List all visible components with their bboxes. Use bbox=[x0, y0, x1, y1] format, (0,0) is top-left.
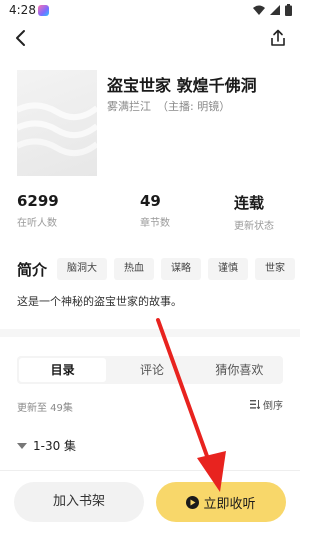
tab-recommendations[interactable]: 猜你喜欢 bbox=[196, 356, 283, 384]
cover-placeholder-image bbox=[17, 102, 97, 157]
wifi-icon bbox=[253, 5, 265, 15]
caret-down-icon bbox=[17, 442, 27, 449]
back-icon bbox=[16, 30, 25, 46]
tab-bar: 目录 评论 猜你喜欢 bbox=[17, 356, 283, 384]
intro-text: 这是一个神秘的盗宝世家的故事。 bbox=[17, 295, 182, 308]
tag-chip[interactable]: 谋略 bbox=[161, 258, 201, 280]
book-title: 盗宝世家 敦煌千佛洞 bbox=[107, 76, 257, 95]
author-name[interactable]: 雾满拦江 bbox=[107, 100, 151, 113]
sort-label: 倒序 bbox=[263, 401, 283, 412]
play-icon bbox=[186, 495, 200, 509]
stat-label: 更新状态 bbox=[234, 221, 274, 232]
tab-catalog[interactable]: 目录 bbox=[19, 358, 107, 382]
listen-now-button[interactable]: 立即收听 bbox=[156, 482, 286, 522]
episode-range-toggle[interactable]: 1-30 集 bbox=[17, 437, 76, 454]
app-icon bbox=[38, 5, 49, 16]
author-row: 雾满拦江 （主播: 明镜） bbox=[107, 98, 230, 114]
share-button[interactable] bbox=[266, 26, 290, 50]
stat-listeners: 6299 在听人数 bbox=[17, 192, 59, 229]
update-info: 更新至 49集 bbox=[17, 403, 73, 414]
back-button[interactable] bbox=[8, 26, 32, 50]
battery-icon bbox=[285, 4, 292, 16]
tab-comments[interactable]: 评论 bbox=[108, 356, 195, 384]
bottom-action-bar: 加入书架 立即收听 bbox=[0, 470, 300, 534]
tag-chip[interactable]: 谨慎 bbox=[208, 258, 248, 280]
section-divider bbox=[0, 329, 300, 337]
intro-label: 简介 bbox=[17, 261, 48, 279]
stat-value: 6299 bbox=[17, 192, 59, 210]
sort-button[interactable]: 倒序 bbox=[250, 397, 283, 412]
narrator-name: （主播: 明镜） bbox=[157, 100, 231, 113]
status-time: 4:28 bbox=[9, 3, 36, 17]
signal-icon bbox=[270, 5, 280, 15]
stat-label: 章节数 bbox=[140, 218, 170, 229]
status-bar: 4:28 bbox=[0, 0, 300, 22]
stat-value: 49 bbox=[140, 192, 161, 210]
episode-range-label: 1-30 集 bbox=[33, 439, 77, 453]
tag-chip[interactable]: 脑洞大 bbox=[57, 258, 107, 280]
tag-chip[interactable]: 世家 bbox=[255, 258, 295, 280]
tag-list: 脑洞大 热血 谋略 谨慎 世家 bbox=[57, 256, 300, 280]
stat-update-status: 连载 更新状态 bbox=[234, 192, 274, 232]
tag-chip[interactable]: 热血 bbox=[114, 258, 154, 280]
stat-value: 连载 bbox=[234, 194, 265, 212]
sort-icon bbox=[250, 400, 260, 409]
listen-now-label: 立即收听 bbox=[203, 496, 256, 512]
status-indicators bbox=[253, 4, 292, 16]
share-icon bbox=[271, 29, 285, 46]
stat-chapters: 49 章节数 bbox=[140, 192, 170, 229]
stat-label: 在听人数 bbox=[17, 218, 57, 229]
book-cover[interactable] bbox=[17, 70, 97, 176]
add-to-shelf-button[interactable]: 加入书架 bbox=[14, 482, 144, 522]
